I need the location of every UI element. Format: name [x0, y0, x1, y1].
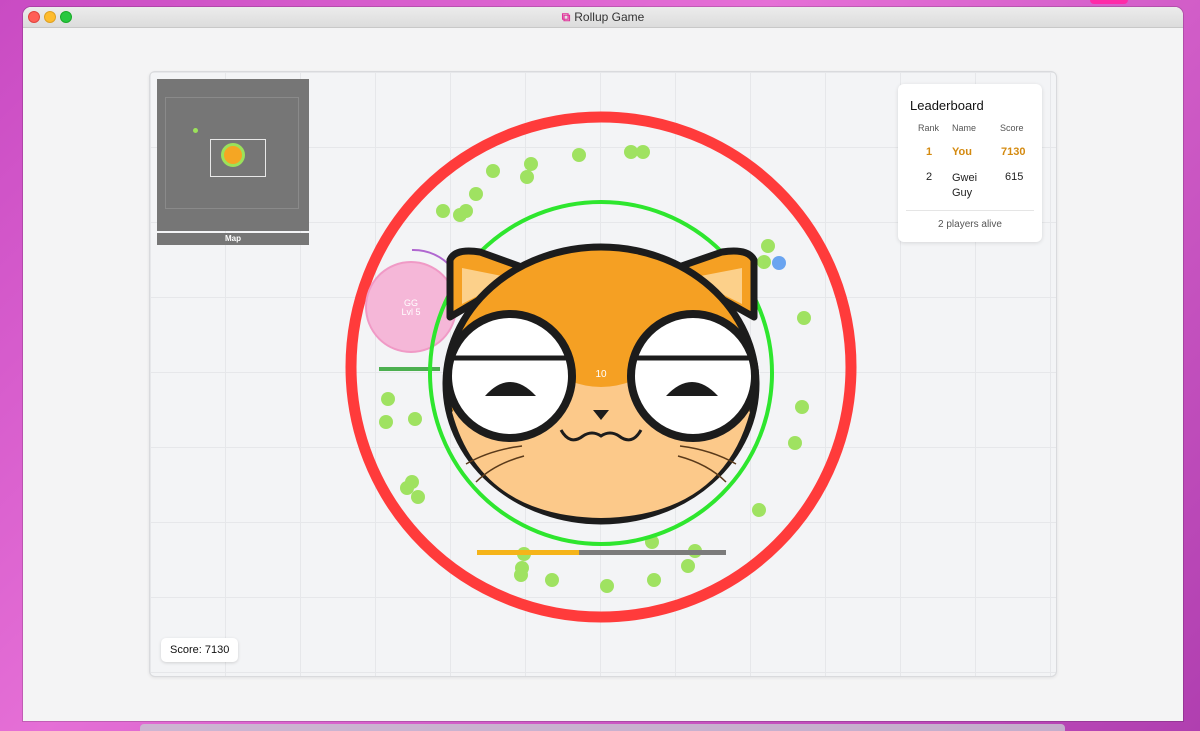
food-pellet — [795, 400, 809, 414]
orange-cat-avatar: 10 — [442, 243, 760, 525]
leaderboard-col-rank: Rank — [918, 123, 940, 133]
leaderboard-row-rank: 1 — [926, 146, 933, 158]
leaderboard-row-name: Gwei Guy — [952, 172, 978, 199]
app-window: ⧉ Rollup Game GG Lvl 5 10 Map Leaderboar… — [23, 7, 1183, 721]
food-pellet — [486, 164, 500, 178]
food-pellet — [520, 170, 534, 184]
score-display: Score: 7130 — [161, 638, 239, 662]
food-pellet — [400, 481, 414, 495]
food-pellet — [788, 436, 802, 450]
leaderboard-divider — [906, 210, 1034, 211]
food-pellet — [379, 415, 393, 429]
food-pellet — [572, 148, 586, 162]
food-pellet — [469, 187, 483, 201]
leaderboard-row-score: 7130 — [1001, 146, 1026, 158]
food-pellet — [514, 568, 528, 582]
cat-eye-right — [627, 310, 759, 442]
leaderboard-col-name: Name — [952, 123, 977, 133]
player-label: 10 — [595, 369, 607, 380]
food-pellet — [761, 239, 775, 253]
food-pellet — [647, 573, 661, 587]
food-pellet — [636, 145, 650, 159]
leaderboard-col-score: Score — [1000, 123, 1024, 133]
window-title-wrap: ⧉ Rollup Game — [23, 9, 1183, 25]
food-pellet — [408, 412, 422, 426]
food-pellet — [436, 204, 450, 218]
food-pellet — [681, 559, 695, 573]
minimap-food-marker — [193, 128, 198, 133]
food-pellet — [459, 204, 473, 218]
xp-bar-fill — [477, 550, 580, 555]
leaderboard-row-name: You — [952, 146, 972, 158]
desktop-menu-indicator — [1090, 0, 1128, 4]
food-pellet — [524, 157, 538, 171]
opponent-level: Lvl 5 — [401, 307, 420, 317]
minimap-player-marker — [221, 143, 245, 167]
leaderboard-panel: Leaderboard Rank Name Score 1 You 7130 2… — [898, 84, 1042, 242]
blue-orb — [772, 256, 786, 270]
window-title: Rollup Game — [574, 10, 645, 24]
leaderboard-title: Leaderboard — [910, 98, 984, 113]
leaderboard-row-rank: 2 — [926, 171, 933, 183]
minimap-label: Map — [157, 233, 309, 245]
food-pellet — [545, 573, 559, 587]
title-bar: ⧉ Rollup Game — [23, 7, 1183, 28]
minimap[interactable] — [157, 79, 309, 231]
cat-eye-left — [444, 310, 576, 442]
leaderboard-row-score: 615 — [1005, 171, 1024, 183]
food-pellet — [624, 145, 638, 159]
food-pellet — [797, 311, 811, 325]
food-pellet — [381, 392, 395, 406]
app-icon: ⧉ — [561, 10, 571, 24]
leaderboard-players-alive: 2 players alive — [938, 219, 1002, 230]
dock — [140, 724, 1065, 731]
food-pellet — [757, 255, 771, 269]
food-pellet — [752, 503, 766, 517]
food-pellet — [600, 579, 614, 593]
game-canvas[interactable]: GG Lvl 5 10 Map Leaderboard Rank Name Sc… — [149, 71, 1057, 677]
food-pellet — [411, 490, 425, 504]
